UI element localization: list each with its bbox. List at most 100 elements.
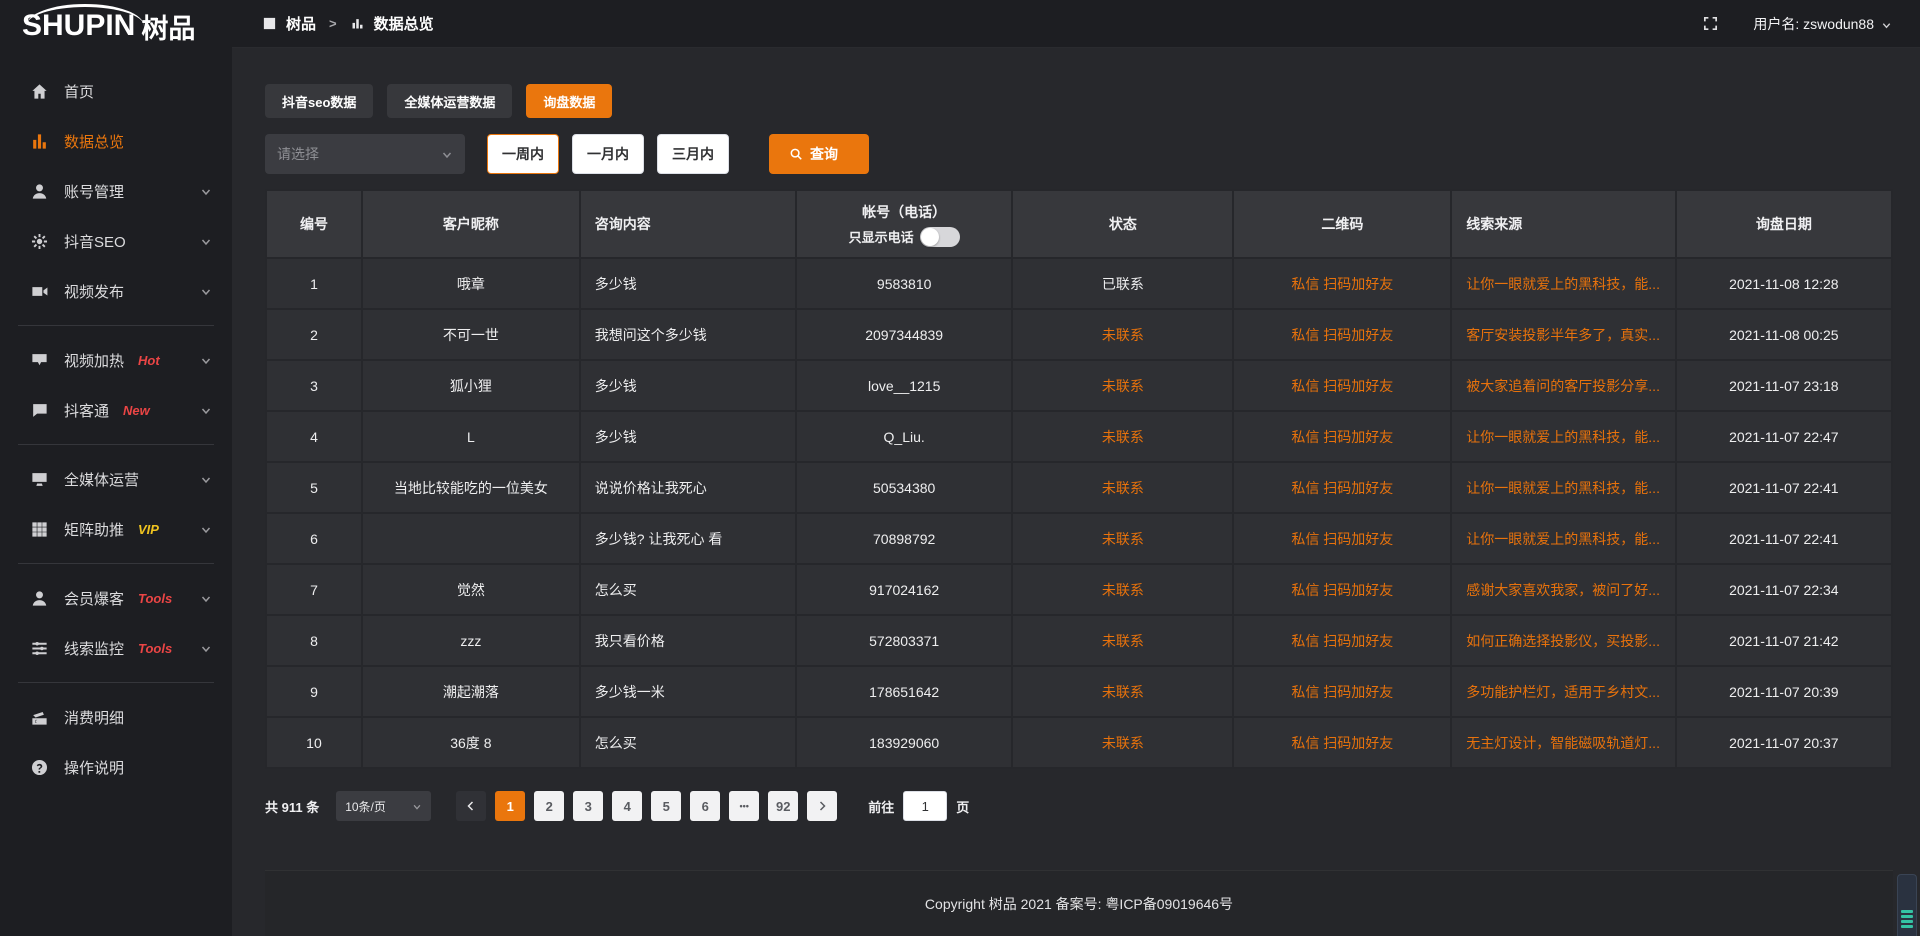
cell-date: 2021-11-07 22:41	[1676, 513, 1892, 564]
cell-qrcode[interactable]: 私信 扫码加好友	[1233, 411, 1451, 462]
page-ellipsis-button[interactable]: •••	[729, 791, 759, 821]
page-button-3[interactable]: 3	[573, 791, 603, 821]
table-row: 9潮起潮落多少钱一米178651642未联系私信 扫码加好友多功能护栏灯，适用于…	[266, 666, 1892, 717]
cell-source[interactable]: 无主灯设计，智能磁吸轨道灯...	[1451, 717, 1675, 768]
goto-page-input[interactable]	[903, 791, 947, 821]
cell-source[interactable]: 感谢大家喜欢我家，被问了好...	[1451, 564, 1675, 615]
chevron-down-icon	[200, 523, 212, 535]
sidebar-item-gear[interactable]: 抖音SEO	[0, 216, 232, 266]
breadcrumb-home[interactable]: 树品	[286, 13, 316, 34]
cell-source[interactable]: 让你一眼就爱上的黑科技，能...	[1451, 411, 1675, 462]
page-button-6[interactable]: 6	[690, 791, 720, 821]
cell-qrcode[interactable]: 私信 扫码加好友	[1233, 360, 1451, 411]
header-nickname: 客户昵称	[362, 190, 580, 258]
cell-qrcode[interactable]: 私信 扫码加好友	[1233, 513, 1451, 564]
page-size-select[interactable]: 10条/页	[336, 791, 431, 821]
corner-chat-widget[interactable]	[1897, 874, 1917, 936]
cell-status: 未联系	[1012, 615, 1233, 666]
page-size-value: 10条/页	[345, 798, 386, 815]
cell-nickname: 觉然	[362, 564, 580, 615]
sidebar-item-user[interactable]: 账号管理	[0, 166, 232, 216]
tab-button-1[interactable]: 全媒体运营数据	[387, 84, 512, 118]
tab-button-2[interactable]: 询盘数据	[526, 84, 612, 118]
account-select[interactable]: 请选择	[265, 134, 465, 174]
page-button-5[interactable]: 5	[651, 791, 681, 821]
video-icon	[30, 282, 49, 301]
cell-source[interactable]: 如何正确选择投影仪，买投影...	[1451, 615, 1675, 666]
cell-source[interactable]: 让你一眼就爱上的黑科技，能...	[1451, 513, 1675, 564]
gear-icon	[30, 232, 49, 251]
sidebar-item-expense[interactable]: 消费明细	[0, 692, 232, 742]
cell-source[interactable]: 让你一眼就爱上的黑科技，能...	[1451, 258, 1675, 309]
cell-id: 7	[266, 564, 362, 615]
cell-inquiry: 多少钱	[580, 411, 796, 462]
sidebar-item-badge: New	[123, 403, 150, 418]
sidebar-item-label: 数据总览	[64, 131, 124, 152]
user-menu[interactable]: 用户名: zswodun88	[1753, 14, 1892, 34]
sidebar-item-badge: Tools	[138, 591, 172, 606]
sidebar-item-help[interactable]: 操作说明	[0, 742, 232, 792]
cell-qrcode[interactable]: 私信 扫码加好友	[1233, 666, 1451, 717]
cell-status: 未联系	[1012, 360, 1233, 411]
chevron-down-icon	[200, 354, 212, 366]
header-source: 线索来源	[1451, 190, 1675, 258]
cell-nickname: 狐小狸	[362, 360, 580, 411]
sidebar-item-chart[interactable]: 数据总览	[0, 116, 232, 166]
grid-icon	[30, 520, 49, 539]
cell-qrcode[interactable]: 私信 扫码加好友	[1233, 258, 1451, 309]
range-button-2[interactable]: 三月内	[657, 134, 729, 174]
page-button-4[interactable]: 4	[612, 791, 642, 821]
sidebar-item-member[interactable]: 会员爆客 Tools	[0, 573, 232, 623]
sidebar-item-label: 会员爆客	[64, 588, 124, 609]
sidebar-item-video[interactable]: 视频发布	[0, 266, 232, 316]
range-button-0[interactable]: 一周内	[487, 134, 559, 174]
breadcrumb: 树品 > 数据总览	[262, 13, 434, 34]
page-button-1[interactable]: 1	[495, 791, 525, 821]
sidebar-divider	[18, 563, 214, 564]
sidebar-item-label: 抖音SEO	[64, 231, 126, 252]
cell-account: 183929060	[796, 717, 1012, 768]
chevron-down-icon	[200, 235, 212, 247]
sidebar-item-grid[interactable]: 矩阵助推VIP	[0, 504, 232, 554]
content-area: 抖音seo数据全媒体运营数据询盘数据 请选择 一周内一月内三月内 查询	[232, 48, 1920, 936]
cell-qrcode[interactable]: 私信 扫码加好友	[1233, 615, 1451, 666]
chevron-down-icon	[200, 473, 212, 485]
data-tabs: 抖音seo数据全媒体运营数据询盘数据	[265, 84, 1893, 118]
sidebar-item-home[interactable]: 首页	[0, 66, 232, 116]
phone-only-toggle[interactable]	[920, 227, 960, 247]
cell-source[interactable]: 多功能护栏灯，适用于乡村文...	[1451, 666, 1675, 717]
cell-inquiry: 说说价格让我死心	[580, 462, 796, 513]
cell-source[interactable]: 客厅安装投影半年多了，真实...	[1451, 309, 1675, 360]
chevron-right-icon	[816, 800, 828, 812]
range-button-1[interactable]: 一月内	[572, 134, 644, 174]
prev-page-button[interactable]	[456, 791, 486, 821]
sidebar-item-heat[interactable]: 视频加热Hot	[0, 335, 232, 385]
toggle-knob	[921, 228, 939, 246]
sidebar-item-badge: Tools	[138, 641, 172, 656]
member-icon	[30, 589, 49, 608]
cell-source[interactable]: 被大家追着问的客厅投影分享...	[1451, 360, 1675, 411]
cell-account: Q_Liu.	[796, 411, 1012, 462]
table-row: 2不可一世我想问这个多少钱2097344839未联系私信 扫码加好友客厅安装投影…	[266, 309, 1892, 360]
topbar-right: 用户名: zswodun88	[1702, 14, 1892, 34]
page-button-92[interactable]: 92	[768, 791, 798, 821]
fullscreen-icon[interactable]	[1702, 15, 1719, 32]
header-id: 编号	[266, 190, 362, 258]
header-inquiry: 咨询内容	[580, 190, 796, 258]
next-page-button[interactable]	[807, 791, 837, 821]
cell-source[interactable]: 让你一眼就爱上的黑科技，能...	[1451, 462, 1675, 513]
page-button-2[interactable]: 2	[534, 791, 564, 821]
tab-button-0[interactable]: 抖音seo数据	[265, 84, 373, 118]
cell-date: 2021-11-07 22:34	[1676, 564, 1892, 615]
cell-qrcode[interactable]: 私信 扫码加好友	[1233, 717, 1451, 768]
sidebar-item-sliders[interactable]: 线索监控Tools	[0, 623, 232, 673]
query-button[interactable]: 查询	[769, 134, 869, 174]
cell-qrcode[interactable]: 私信 扫码加好友	[1233, 564, 1451, 615]
heat-icon	[30, 351, 49, 370]
cell-qrcode[interactable]: 私信 扫码加好友	[1233, 462, 1451, 513]
breadcrumb-separator: >	[329, 16, 337, 31]
sidebar-item-chat[interactable]: 抖客通New	[0, 385, 232, 435]
table-row: 8zzz我只看价格572803371未联系私信 扫码加好友如何正确选择投影仪，买…	[266, 615, 1892, 666]
sidebar-item-monitor[interactable]: 全媒体运营	[0, 454, 232, 504]
cell-qrcode[interactable]: 私信 扫码加好友	[1233, 309, 1451, 360]
